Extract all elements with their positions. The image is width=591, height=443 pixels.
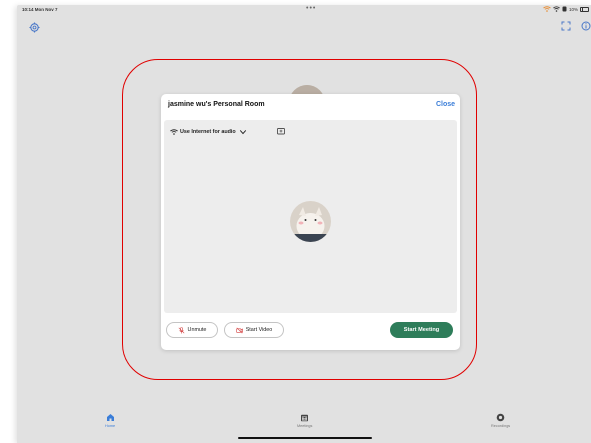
tab-label: Home: [105, 424, 116, 428]
audio-option-button[interactable]: Use Internet for audio: [170, 127, 247, 137]
start-meeting-button[interactable]: Start Meeting: [390, 322, 453, 338]
home-indicator[interactable]: [238, 437, 372, 439]
info-icon[interactable]: [581, 21, 591, 31]
tab-meetings[interactable]: Meetings: [297, 413, 312, 428]
audio-option-label: Use Internet for audio: [180, 129, 236, 135]
screen: 10:14 Mon Nov 7 ••• 10% jasmine wu's Per…: [0, 0, 591, 443]
wifi-icon: [553, 6, 560, 12]
record-icon: [496, 413, 505, 422]
video-preview: Use Internet for audio: [164, 120, 457, 313]
tab-recordings[interactable]: Recordings: [491, 413, 510, 428]
wifi-icon: [170, 129, 178, 135]
status-time: 10:14 Mon Nov 7: [22, 7, 58, 12]
user-avatar: [290, 201, 331, 242]
tab-home[interactable]: Home: [105, 413, 115, 428]
dialog-controls: Unmute Start Video Start Meeting: [161, 316, 460, 350]
tab-label: Meetings: [297, 424, 313, 428]
headphones-icon: [562, 6, 567, 12]
ipad-window: 10:14 Mon Nov 7 ••• 10% jasmine wu's Per…: [17, 5, 591, 443]
start-video-label: Start Video: [245, 327, 273, 333]
battery-icon: [580, 6, 589, 12]
unmute-label: Unmute: [187, 327, 207, 333]
chevron-down-icon: [239, 130, 246, 135]
mic-muted-icon: [178, 326, 184, 333]
status-right: 10%: [543, 6, 589, 12]
avatar-photo-icon: [290, 201, 331, 242]
personal-room-dialog: jasmine wu's Personal Room Close Use Int…: [161, 94, 460, 350]
video-off-icon: [235, 327, 243, 333]
status-bar: 10:14 Mon Nov 7 ••• 10%: [17, 5, 591, 19]
battery-percent: 10%: [568, 6, 578, 12]
calendar-icon: [301, 414, 309, 422]
tab-label: Recordings: [491, 424, 511, 428]
wifi-status-icon: [543, 6, 551, 12]
home-icon: [106, 414, 114, 421]
start-video-button[interactable]: Start Video: [224, 322, 284, 338]
dialog-title: jasmine wu's Personal Room: [168, 101, 265, 108]
expand-icon[interactable]: [561, 21, 571, 31]
unmute-button[interactable]: Unmute: [166, 322, 218, 338]
close-button[interactable]: Close: [436, 101, 455, 108]
top-right-icons: [561, 21, 591, 31]
tab-bar: Home Meetings Recordings: [17, 405, 591, 443]
screen-share-icon[interactable]: [277, 128, 285, 135]
settings-icon[interactable]: [29, 22, 40, 33]
multitask-dots[interactable]: •••: [306, 5, 316, 12]
